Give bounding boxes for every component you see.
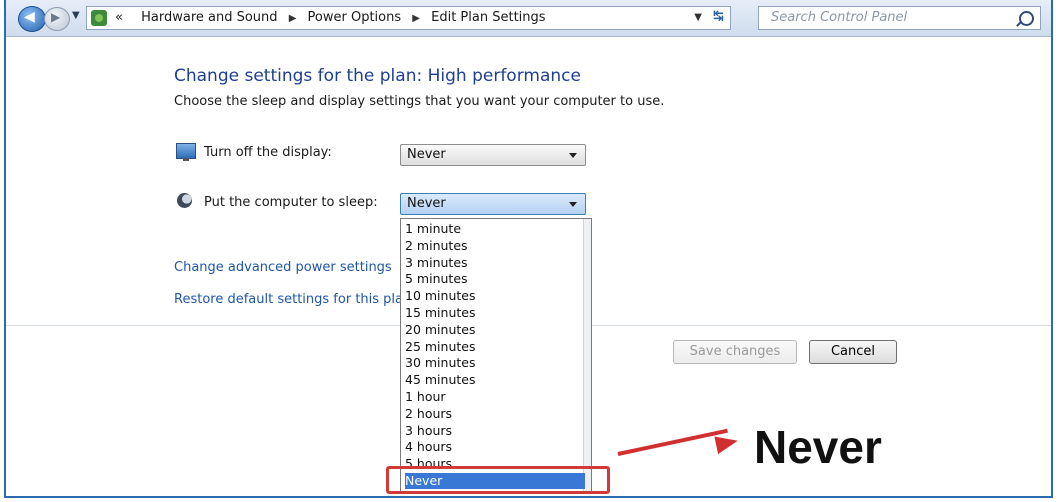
breadcrumb-chevron-icon[interactable]: ▶ — [289, 13, 297, 24]
back-button[interactable]: ◀ — [18, 6, 46, 32]
chevron-down-icon — [569, 153, 577, 158]
control-panel-icon — [91, 10, 107, 26]
sleep-option[interactable]: 4 hours — [405, 439, 585, 455]
search-icon[interactable] — [1019, 11, 1034, 26]
address-dropdown-icon[interactable]: ▼ — [694, 12, 702, 23]
recent-pages-dropdown-icon[interactable]: ▼ — [72, 10, 80, 21]
display-timeout-select[interactable]: Never — [400, 144, 586, 166]
search-input[interactable]: Search Control Panel — [771, 10, 907, 25]
breadcrumb-overflow[interactable]: « — [115, 10, 123, 25]
sleep-option[interactable]: 3 minutes — [405, 255, 585, 271]
restore-defaults-link[interactable]: Restore default settings for this pla — [174, 292, 403, 307]
forward-arrow-icon: ▶ — [51, 10, 61, 24]
chevron-down-icon — [569, 202, 577, 207]
address-bar[interactable]: « Hardware and Sound ▶ Power Options ▶ E… — [86, 6, 731, 30]
annotation-arrow — [617, 428, 728, 456]
sleep-options-list[interactable]: 1 minute 2 minutes 3 minutes 5 minutes 10 mi… — [400, 218, 592, 494]
sleep-option[interactable]: 5 minutes — [405, 271, 585, 287]
sleep-option[interactable]: 1 hour — [405, 389, 585, 405]
annotation-callout: Never — [754, 421, 882, 473]
breadcrumb: « Hardware and Sound ▶ Power Options ▶ E… — [115, 10, 546, 25]
breadcrumb-item-hardware[interactable]: Hardware and Sound — [141, 10, 277, 25]
display-timeout-value: Never — [407, 147, 446, 162]
annotation-arrow-head-icon — [714, 431, 740, 455]
advanced-settings-link[interactable]: Change advanced power settings — [174, 260, 392, 275]
page-subtitle: Choose the sleep and display settings th… — [174, 94, 665, 109]
save-changes-button[interactable]: Save changes — [673, 340, 797, 364]
sleep-timeout-select[interactable]: Never — [400, 193, 586, 215]
sleep-option[interactable]: 15 minutes — [405, 305, 585, 321]
sleep-option[interactable]: 3 hours — [405, 423, 585, 439]
breadcrumb-item-power-options[interactable]: Power Options — [308, 10, 402, 25]
sleep-option[interactable]: 30 minutes — [405, 355, 585, 371]
page-title: Change settings for the plan: High perfo… — [174, 66, 581, 86]
sleep-option[interactable]: 20 minutes — [405, 322, 585, 338]
search-box[interactable]: Search Control Panel — [758, 6, 1041, 30]
breadcrumb-item-edit-plan[interactable]: Edit Plan Settings — [431, 10, 545, 25]
sleep-option[interactable]: 45 minutes — [405, 372, 585, 388]
monitor-icon — [176, 143, 196, 161]
control-panel-window: ◀ ▶ ▼ « Hardware and Sound ▶ Power Optio… — [4, 0, 1053, 498]
forward-button[interactable]: ▶ — [44, 7, 70, 31]
sleep-moon-icon — [177, 193, 192, 208]
sleep-timeout-value: Never — [407, 196, 446, 211]
sleep-option[interactable]: 2 minutes — [405, 238, 585, 254]
back-arrow-icon: ◀ — [24, 9, 35, 25]
display-label: Turn off the display: — [204, 145, 332, 160]
sleep-option[interactable]: 2 hours — [405, 406, 585, 422]
sleep-label: Put the computer to sleep: — [204, 195, 378, 210]
breadcrumb-chevron-icon[interactable]: ▶ — [412, 13, 420, 24]
address-toolbar: ◀ ▶ ▼ « Hardware and Sound ▶ Power Optio… — [6, 0, 1051, 37]
cancel-button[interactable]: Cancel — [809, 340, 897, 364]
refresh-icon[interactable]: ↹ — [713, 9, 724, 24]
highlight-box — [386, 466, 610, 494]
sleep-option[interactable]: 10 minutes — [405, 288, 585, 304]
sleep-option[interactable]: 1 minute — [405, 221, 585, 237]
sleep-option[interactable]: 25 minutes — [405, 339, 585, 355]
